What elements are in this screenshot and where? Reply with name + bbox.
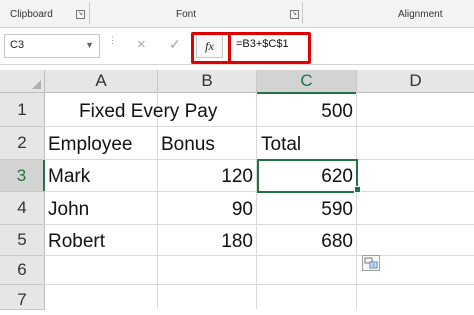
cell-a1[interactable]: Fixed Every Pay <box>79 101 217 123</box>
column-header-b[interactable]: B <box>158 70 257 93</box>
cell-a5[interactable]: Robert <box>48 231 105 253</box>
row-header-5[interactable]: 5 <box>0 225 45 256</box>
cell-a4[interactable]: John <box>48 199 89 221</box>
select-all-triangle-icon <box>32 80 41 89</box>
chevron-down-icon[interactable]: ▼ <box>85 40 94 50</box>
cell-c1[interactable]: 500 <box>260 101 353 123</box>
cell-a3[interactable]: Mark <box>48 166 90 188</box>
drag-handle-icon[interactable]: ⋮ <box>108 36 117 45</box>
clipboard-group-label: Clipboard <box>10 9 53 20</box>
name-box[interactable]: C3 ▼ <box>4 34 100 58</box>
fill-handle[interactable] <box>354 186 361 193</box>
gridline <box>256 92 257 309</box>
cancel-icon[interactable]: × <box>137 36 146 53</box>
select-all-corner[interactable] <box>0 70 45 93</box>
gridline <box>44 224 474 225</box>
ribbon-separator <box>89 2 90 24</box>
row-header-6[interactable]: 6 <box>0 256 45 285</box>
cell-a2[interactable]: Employee <box>48 134 133 156</box>
formula-highlight-box <box>228 32 311 64</box>
ribbon-separator <box>302 2 303 24</box>
column-header-d[interactable]: D <box>357 70 474 93</box>
cell-b5[interactable]: 180 <box>160 231 253 253</box>
name-box-value: C3 <box>10 39 25 51</box>
clipboard-dialog-launcher-icon[interactable]: ↘ <box>76 10 85 19</box>
gridline <box>44 255 474 256</box>
ribbon-group-labels: Clipboard ↘ Font ↘ Alignment <box>0 0 474 28</box>
cell-c4[interactable]: 590 <box>260 199 353 221</box>
gridline <box>356 92 357 309</box>
cell-b3[interactable]: 120 <box>160 166 253 188</box>
cell-c5[interactable]: 680 <box>260 231 353 253</box>
gridline <box>157 92 158 309</box>
paste-options-icon[interactable] <box>362 255 380 271</box>
cell-b4[interactable]: 90 <box>160 199 253 221</box>
row-header-3[interactable]: 3 <box>0 160 45 192</box>
row-header-7[interactable]: 7 <box>0 285 45 310</box>
column-header-a[interactable]: A <box>45 70 158 93</box>
gridline <box>44 126 474 127</box>
font-dialog-launcher-icon[interactable]: ↘ <box>290 10 299 19</box>
cell-b2[interactable]: Bonus <box>161 134 215 156</box>
enter-icon[interactable]: ✓ <box>169 36 181 53</box>
alignment-group-label: Alignment <box>398 9 443 20</box>
font-group-label: Font <box>176 9 197 20</box>
row-header-1[interactable]: 1 <box>0 93 45 127</box>
row-header-2[interactable]: 2 <box>0 127 45 160</box>
row-header-4[interactable]: 4 <box>0 192 45 225</box>
column-header-c[interactable]: C <box>257 70 357 94</box>
fx-highlight-box <box>191 32 231 64</box>
active-cell-selection <box>257 159 358 193</box>
gridline <box>44 284 474 285</box>
cell-c2[interactable]: Total <box>261 134 301 156</box>
